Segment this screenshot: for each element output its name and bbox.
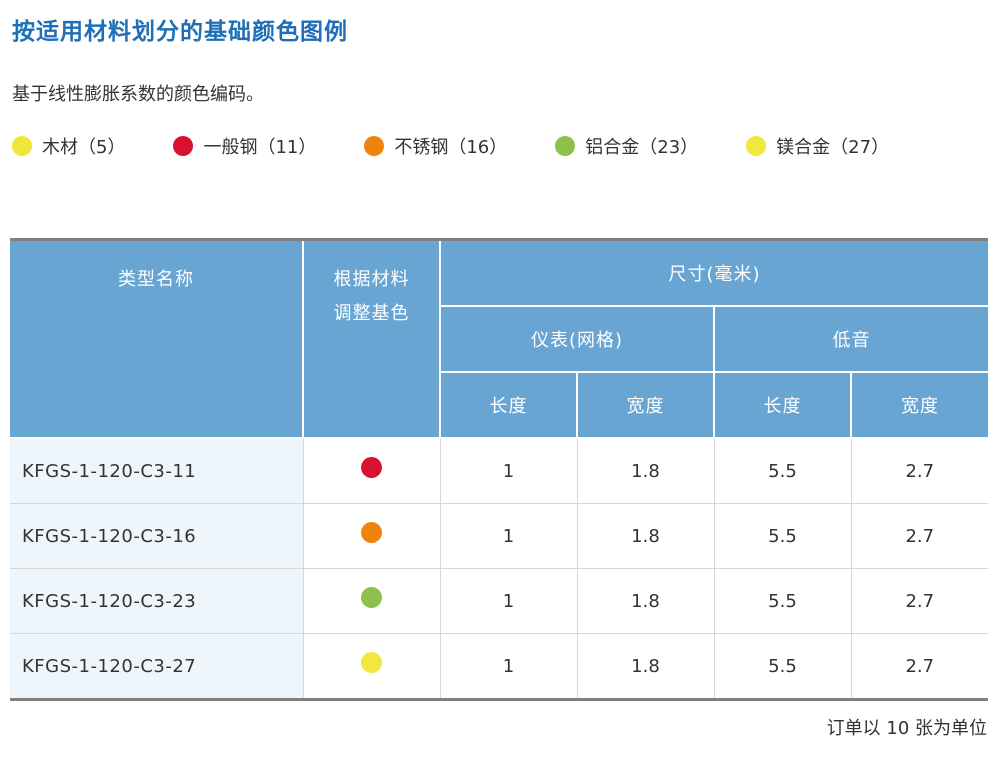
header-meter: 仪表(网格) (440, 306, 715, 373)
table-row: KFGS-1-120-C3-16 1 1.8 5.5 2.7 (10, 503, 989, 569)
meter-length-cell: 1 (440, 568, 578, 634)
meter-width-cell: 1.8 (577, 438, 715, 504)
header-bass-length: 长度 (714, 372, 852, 439)
page: 按适用材料划分的基础颜色图例 基于线性膨胀系数的颜色编码。 木材（5） 一般钢（… (0, 0, 999, 762)
meter-length-cell: 1 (440, 633, 578, 701)
color-cell (303, 438, 441, 504)
color-dot-icon (361, 521, 382, 543)
order-note: 订单以 10 张为单位 (826, 718, 987, 739)
legend-item-wood: 木材（5） (12, 133, 125, 159)
header-color-adjust-line1: 根据材料 (333, 269, 410, 290)
page-title: 按适用材料划分的基础颜色图例 (12, 19, 348, 45)
type-name-cell: KFGS-1-120-C3-27 (10, 633, 304, 701)
type-name-cell: KFGS-1-120-C3-16 (10, 503, 304, 569)
meter-width-cell: 1.8 (577, 503, 715, 569)
legend-dot-icon (746, 136, 767, 156)
bass-width-cell: 2.7 (851, 633, 989, 701)
legend-label: 铝合金（23） (585, 137, 699, 158)
meter-length-cell: 1 (440, 503, 578, 569)
type-name-cell: KFGS-1-120-C3-23 (10, 568, 304, 634)
legend-dot-icon (173, 136, 194, 156)
legend-label: 木材（5） (42, 137, 126, 158)
meter-width-cell: 1.8 (577, 568, 715, 634)
header-bass-width: 宽度 (851, 372, 989, 439)
legend-label: 镁合金（27） (776, 137, 890, 158)
legend-dot-icon (364, 136, 385, 156)
bass-width-cell: 2.7 (851, 503, 989, 569)
legend-item-aluminum-alloy: 铝合金（23） (555, 133, 698, 159)
bass-length-cell: 5.5 (714, 503, 852, 569)
legend-item-general-steel: 一般钢（11） (173, 133, 316, 159)
legend-dot-icon (12, 136, 32, 156)
table-row: KFGS-1-120-C3-27 1 1.8 5.5 2.7 (10, 633, 989, 701)
color-cell (303, 503, 441, 569)
bass-length-cell: 5.5 (714, 568, 852, 634)
page-description: 基于线性膨胀系数的颜色编码。 (12, 84, 264, 105)
type-name-cell: KFGS-1-120-C3-11 (10, 438, 304, 504)
header-color-adjust: 根据材料 调整基色 (303, 238, 441, 439)
meter-length-cell: 1 (440, 438, 578, 504)
product-table: 类型名称 根据材料 调整基色 尺寸(毫米) 仪表(网格) 低音 长度 宽度 长度… (10, 238, 989, 701)
color-legend: 木材（5） 一般钢（11） 不锈钢（16） 铝合金（23） 镁合金（27） (12, 133, 937, 159)
color-cell (303, 633, 441, 701)
header-meter-length: 长度 (440, 372, 578, 439)
color-cell (303, 568, 441, 634)
header-meter-width: 宽度 (577, 372, 715, 439)
legend-label: 不锈钢（16） (394, 137, 508, 158)
legend-item-magnesium-alloy: 镁合金（27） (746, 133, 889, 159)
color-dot-icon (361, 651, 382, 673)
bass-length-cell: 5.5 (714, 438, 852, 504)
bass-width-cell: 2.7 (851, 568, 989, 634)
color-dot-icon (361, 586, 382, 608)
header-type-name: 类型名称 (10, 238, 304, 439)
product-table-wrapper: 类型名称 根据材料 调整基色 尺寸(毫米) 仪表(网格) 低音 长度 宽度 长度… (10, 238, 989, 701)
header-bass: 低音 (714, 306, 989, 373)
header-color-adjust-line2: 调整基色 (333, 303, 410, 324)
table-row: KFGS-1-120-C3-11 1 1.8 5.5 2.7 (10, 438, 989, 504)
header-size: 尺寸(毫米) (440, 238, 989, 307)
legend-dot-icon (555, 136, 576, 156)
legend-item-stainless-steel: 不锈钢（16） (364, 133, 507, 159)
bass-length-cell: 5.5 (714, 633, 852, 701)
legend-label: 一般钢（11） (203, 137, 317, 158)
table-row: KFGS-1-120-C3-23 1 1.8 5.5 2.7 (10, 568, 989, 634)
color-dot-icon (361, 456, 382, 478)
meter-width-cell: 1.8 (577, 633, 715, 701)
bass-width-cell: 2.7 (851, 438, 989, 504)
